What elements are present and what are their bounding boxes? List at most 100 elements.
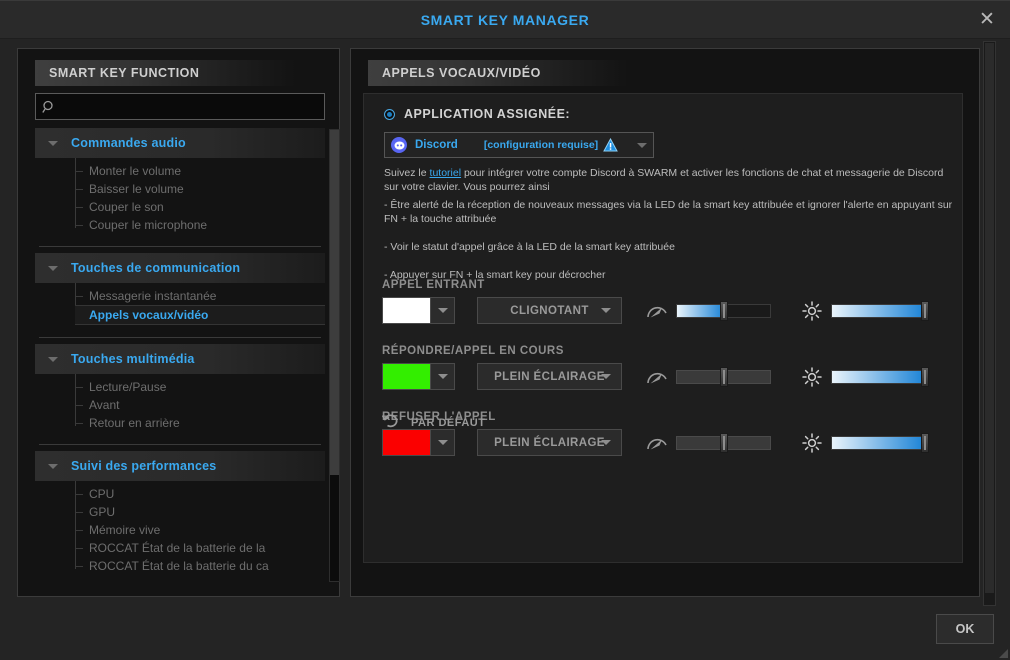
tree-item[interactable]: Couper le microphone: [35, 216, 325, 234]
lighting-row-label: APPEL ENTRANT: [382, 279, 485, 291]
warning-triangle-icon: [603, 138, 619, 152]
speed-slider-group: [644, 300, 771, 321]
color-picker[interactable]: [382, 429, 455, 456]
brightness-slider-knob[interactable]: [921, 366, 929, 387]
caret-down-icon[interactable]: [35, 463, 71, 469]
reset-to-default-button[interactable]: PAR DÉFAUT: [381, 412, 486, 433]
effect-dropdown[interactable]: CLIGNOTANT: [477, 297, 622, 324]
integration-description: Suivez le tutoriel pour intégrer votre c…: [384, 166, 949, 194]
tree-item[interactable]: CPU: [35, 485, 325, 503]
color-picker[interactable]: [382, 297, 455, 324]
speed-slider[interactable]: [676, 366, 771, 387]
tree-group-label: Commandes audio: [71, 136, 186, 150]
caret-down-icon[interactable]: [35, 356, 71, 362]
effect-value: PLEIN ÉCLAIRAGE: [494, 370, 605, 383]
color-picker[interactable]: [382, 363, 455, 390]
brightness-sun-icon: [799, 366, 825, 387]
tree-item[interactable]: Lecture/Pause: [35, 378, 325, 396]
lighting-row-label: RÉPONDRE/APPEL EN COURS: [382, 345, 564, 357]
function-detail-panel: APPELS VOCAUX/VIDÉO APPLICATION ASSIGNÉE…: [350, 48, 980, 597]
tree-item-selected[interactable]: Appels vocaux/vidéo: [75, 305, 325, 325]
speed-slider-knob[interactable]: [719, 366, 728, 387]
speed-slider-group: [644, 366, 771, 387]
brightness-slider-knob[interactable]: [921, 432, 929, 453]
chevron-down-icon[interactable]: [430, 364, 454, 389]
tutorial-link[interactable]: tutoriel: [430, 167, 462, 179]
smart-key-function-tree[interactable]: Commandes audio Monter le volume Baisser l…: [35, 128, 325, 583]
tree-separator: [39, 246, 321, 247]
search-box[interactable]: [35, 93, 325, 120]
brightness-slider-fill: [832, 304, 925, 317]
color-swatch: [383, 364, 430, 389]
brightness-slider-fill: [832, 370, 925, 383]
window-title: SMART KEY MANAGER: [420, 12, 590, 28]
sidebar-scrollbar-thumb[interactable]: [330, 130, 339, 475]
tree-item[interactable]: Mémoire vive: [35, 521, 325, 539]
search-icon: [36, 100, 62, 114]
brightness-slider[interactable]: [831, 300, 929, 321]
speed-slider-knob[interactable]: [719, 300, 728, 321]
tree-item[interactable]: GPU: [35, 503, 325, 521]
main-scrollbar-track[interactable]: [983, 41, 996, 606]
effect-dropdown[interactable]: PLEIN ÉCLAIRAGE: [477, 363, 622, 390]
feature-bullet: - Voir le statut d'appel grâce à la LED …: [384, 241, 675, 253]
speed-slider-knob[interactable]: [719, 432, 728, 453]
close-icon[interactable]: ✕: [972, 5, 1002, 35]
chevron-down-icon[interactable]: [601, 440, 611, 445]
speed-slider[interactable]: [676, 300, 771, 321]
brightness-slider[interactable]: [831, 432, 929, 453]
chevron-down-icon[interactable]: [601, 308, 611, 313]
tree-group-items: Lecture/Pause Avant Retour en arrière: [35, 374, 325, 438]
lighting-rows: APPEL ENTRANT CLIGNOTANT RÉPONDRE/APPEL EN…: [382, 279, 952, 477]
lighting-row-controls: PLEIN ÉCLAIRAGE: [382, 363, 952, 390]
lighting-row: RÉPONDRE/APPEL EN COURS PLEIN ÉCLAIRAGE: [382, 345, 952, 390]
tree-item[interactable]: Avant: [35, 396, 325, 414]
chevron-down-icon[interactable]: [430, 430, 454, 455]
tree-group-label: Touches de communication: [71, 261, 241, 275]
sidebar-tab-label: SMART KEY FUNCTION: [35, 60, 295, 86]
brightness-slider-group: [799, 432, 929, 453]
chevron-down-icon[interactable]: [430, 298, 454, 323]
tree-item[interactable]: Messagerie instantanée: [35, 287, 325, 305]
brightness-slider[interactable]: [831, 366, 929, 387]
reset-label: PAR DÉFAUT: [411, 416, 486, 429]
caret-down-icon[interactable]: [35, 140, 71, 146]
tree-group-header[interactable]: Commandes audio: [35, 128, 325, 158]
tree-item[interactable]: Couper le son: [35, 198, 325, 216]
tree-item[interactable]: ROCCAT État de la batterie de la: [35, 539, 325, 557]
resize-grip[interactable]: [999, 649, 1008, 658]
tree-item[interactable]: ROCCAT État de la batterie du ca: [35, 557, 325, 575]
smart-key-function-panel: SMART KEY FUNCTION Commandes audio Monter…: [17, 48, 340, 597]
chevron-down-icon[interactable]: [637, 142, 647, 148]
speed-gauge-icon: [644, 434, 670, 451]
tree-group-items: Monter le volume Baisser le volume Couper …: [35, 158, 325, 240]
tree-item[interactable]: Monter le volume: [35, 162, 325, 180]
tree-item[interactable]: Retour en arrière: [35, 414, 325, 432]
brightness-slider-knob[interactable]: [921, 300, 929, 321]
effect-dropdown[interactable]: PLEIN ÉCLAIRAGE: [477, 429, 622, 456]
tree-group: Suivi des performances CPU GPU Mémoire vive…: [35, 451, 325, 581]
radio-selected-icon[interactable]: [384, 108, 395, 120]
tree-group-header[interactable]: Touches multimédia: [35, 344, 325, 374]
application-name: Discord: [415, 139, 458, 151]
tree-group-header[interactable]: Touches de communication: [35, 253, 325, 283]
ok-button[interactable]: OK: [936, 614, 994, 644]
lighting-row-controls: CLIGNOTANT: [382, 297, 952, 324]
color-swatch: [383, 298, 430, 323]
main-scrollbar-thumb[interactable]: [985, 43, 994, 593]
speed-slider[interactable]: [676, 432, 771, 453]
discord-icon: [391, 137, 407, 153]
brightness-slider-fill: [832, 436, 925, 449]
application-status: [configuration requise]: [483, 139, 599, 151]
assigned-application-label: APPLICATION ASSIGNÉE:: [404, 107, 571, 121]
assigned-application-header: APPLICATION ASSIGNÉE:: [384, 107, 570, 121]
chevron-down-icon[interactable]: [601, 374, 611, 379]
application-dropdown[interactable]: Discord [configuration requise]: [384, 132, 654, 158]
undo-arrow-icon: [381, 412, 399, 433]
tree-item[interactable]: Baisser le volume: [35, 180, 325, 198]
tree-group-header[interactable]: Suivi des performances: [35, 451, 325, 481]
search-input[interactable]: [62, 95, 324, 118]
caret-down-icon[interactable]: [35, 265, 71, 271]
sidebar-scrollbar-track[interactable]: [329, 129, 340, 582]
description-suffix: pour intégrer votre compte Discord à SWA…: [384, 167, 944, 193]
